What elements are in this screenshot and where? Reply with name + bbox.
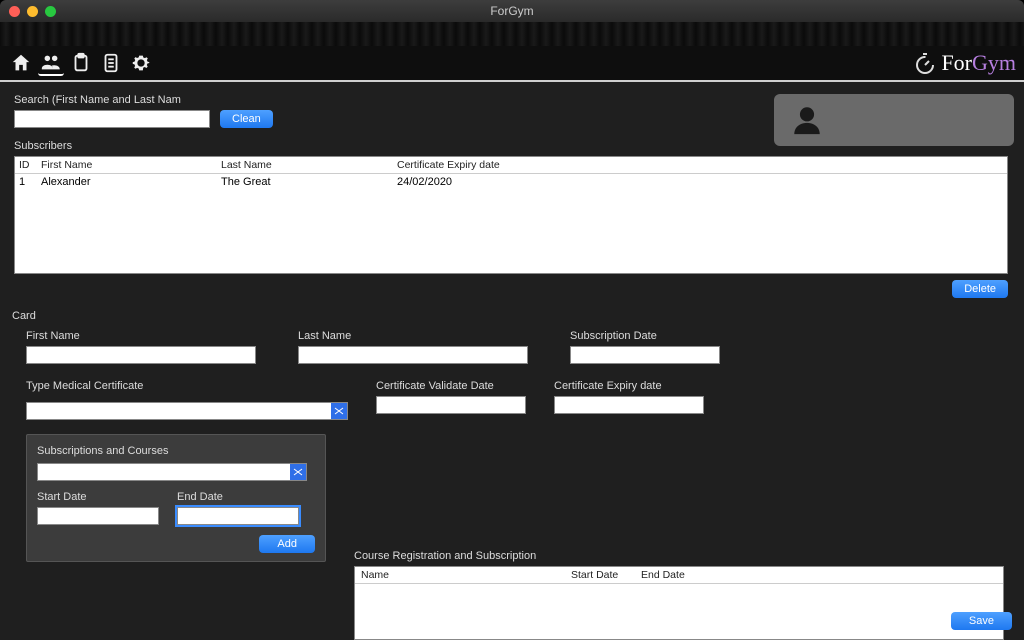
brand-logo: ForGym [913, 50, 1016, 76]
clean-button[interactable]: Clean [220, 110, 273, 128]
expiry-date-label: Certificate Expiry date [554, 380, 704, 392]
cell-exp: 24/02/2020 [397, 176, 1003, 188]
first-name-label: First Name [26, 330, 256, 342]
header-strip [0, 22, 1024, 46]
col-last[interactable]: Last Name [221, 159, 397, 171]
avatar-card [774, 94, 1014, 146]
subscriptions-box: Subscriptions and Courses Start Date End… [26, 434, 326, 562]
validate-date-input[interactable] [376, 396, 526, 414]
chevron-down-icon [290, 464, 306, 480]
document-icon[interactable] [98, 50, 124, 76]
last-name-input[interactable] [298, 346, 528, 364]
cell-id: 1 [19, 176, 41, 188]
chevron-down-icon [331, 403, 347, 419]
window-title: ForGym [0, 4, 1024, 18]
subscribers-grid[interactable]: ID First Name Last Name Certificate Expi… [14, 156, 1008, 274]
cell-last: The Great [221, 176, 397, 188]
col-first[interactable]: First Name [41, 159, 221, 171]
sub-start-label: Start Date [37, 491, 159, 503]
registration-grid[interactable]: Name Start Date End Date [354, 566, 1004, 640]
search-label: Search (First Name and Last Nam [14, 94, 210, 106]
subscription-date-label: Subscription Date [570, 330, 720, 342]
first-name-input[interactable] [26, 346, 256, 364]
window-titlebar: ForGym [0, 0, 1024, 22]
subscription-date-input[interactable] [570, 346, 720, 364]
subscriptions-title: Subscriptions and Courses [37, 445, 315, 457]
reg-col-start[interactable]: Start Date [571, 569, 641, 581]
content-area: Search (First Name and Last Nam Clean Su… [0, 82, 1024, 640]
cell-first: Alexander [41, 176, 221, 188]
people-icon[interactable] [38, 50, 64, 76]
clipboard-icon[interactable] [68, 50, 94, 76]
search-input[interactable] [14, 110, 210, 128]
add-button[interactable]: Add [259, 535, 315, 553]
card-label: Card [12, 310, 1014, 322]
validate-date-label: Certificate Validate Date [376, 380, 526, 392]
stopwatch-icon [913, 51, 937, 75]
save-button[interactable]: Save [951, 612, 1012, 630]
main-toolbar: ForGym [0, 46, 1024, 82]
col-id[interactable]: ID [19, 159, 41, 171]
avatar-icon [790, 103, 824, 137]
sub-start-input[interactable] [37, 507, 159, 525]
expiry-date-input[interactable] [554, 396, 704, 414]
col-exp[interactable]: Certificate Expiry date [397, 159, 1003, 171]
registration-title: Course Registration and Subscription [354, 550, 1004, 562]
last-name-label: Last Name [298, 330, 528, 342]
brand-text: ForGym [941, 50, 1016, 76]
sub-end-label: End Date [177, 491, 299, 503]
medcert-select[interactable] [26, 402, 348, 420]
gear-icon[interactable] [128, 50, 154, 76]
table-row[interactable]: 1 Alexander The Great 24/02/2020 [15, 174, 1007, 190]
delete-button[interactable]: Delete [952, 280, 1008, 298]
reg-col-name[interactable]: Name [361, 569, 571, 581]
sub-end-input[interactable] [177, 507, 299, 525]
subscriptions-select[interactable] [37, 463, 307, 481]
reg-col-end[interactable]: End Date [641, 569, 997, 581]
medcert-label: Type Medical Certificate [26, 380, 348, 392]
home-icon[interactable] [8, 50, 34, 76]
